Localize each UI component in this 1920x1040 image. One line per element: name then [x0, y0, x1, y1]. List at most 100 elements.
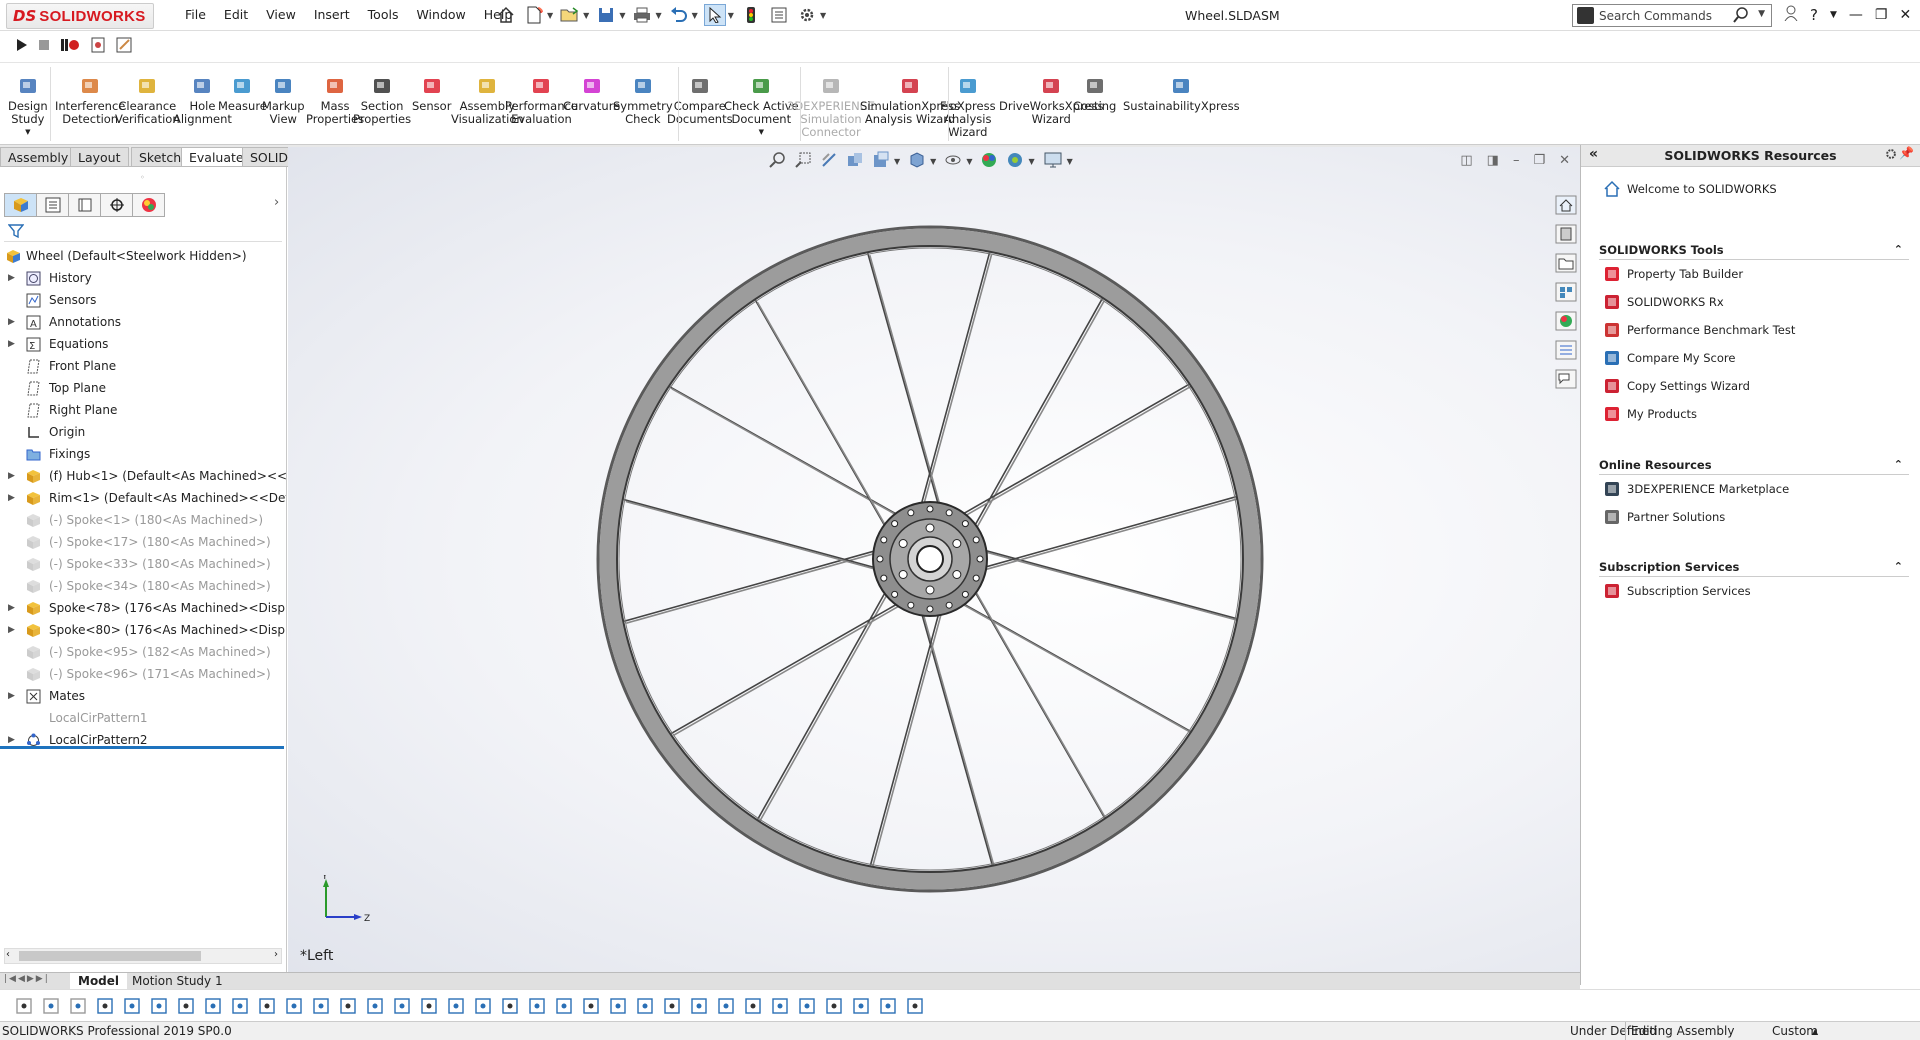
tab-assembly[interactable]: Assembly — [0, 147, 77, 166]
ribbon-compare-documents-button[interactable]: Compare Documents — [667, 75, 733, 126]
edit-macro-icon[interactable] — [116, 37, 134, 56]
edge-filter-icon[interactable] — [176, 996, 197, 1019]
forum-icon[interactable] — [1555, 369, 1579, 392]
property-manager-tab-icon[interactable] — [36, 193, 69, 217]
tree-item[interactable]: ▶ (f) Hub<1> (Default<As Machined><<Defau — [0, 465, 286, 487]
spoke[interactable] — [625, 500, 886, 573]
open-icon[interactable] — [559, 4, 581, 26]
mate-filter-icon[interactable] — [851, 996, 872, 1019]
spoke[interactable] — [623, 498, 884, 571]
appearances-icon[interactable] — [1555, 311, 1579, 334]
tree-item[interactable]: (-) Spoke<34> (180<As Machined>) — [0, 575, 286, 597]
undo-dropdown-icon[interactable]: ▼ — [692, 11, 698, 20]
scrollbar-thumb[interactable] — [19, 951, 201, 961]
filter-clear-icon[interactable] — [41, 996, 62, 1019]
axis-filter-icon[interactable] — [284, 996, 305, 1019]
rebuild-icon[interactable] — [740, 4, 762, 26]
expand-arrow-icon[interactable]: ▶ — [8, 487, 15, 509]
search-icon[interactable] — [1733, 7, 1749, 26]
resource-link[interactable]: 3DEXPERIENCE Marketplace — [1599, 475, 1909, 503]
expand-arrow-icon[interactable]: ▶ — [8, 465, 15, 487]
spoke[interactable] — [956, 385, 1192, 521]
surface-body-filter-icon[interactable] — [230, 996, 251, 1019]
ribbon-sensor-button[interactable]: Sensor — [412, 75, 451, 113]
help-icon[interactable]: ? — [1810, 6, 1818, 24]
datum-target-filter-icon[interactable] — [635, 996, 656, 1019]
wheel-model[interactable] — [288, 147, 1580, 972]
search-dropdown-icon[interactable]: ▼ — [1758, 9, 1765, 19]
select-icon[interactable] — [95, 996, 116, 1019]
design-study-dropdown-icon[interactable]: ▼ — [25, 126, 30, 139]
options-dropdown-icon[interactable]: ▼ — [820, 11, 826, 20]
sketch-segment-filter-icon[interactable] — [365, 996, 386, 1019]
expand-arrow-icon[interactable]: ▶ — [8, 333, 15, 355]
hub[interactable] — [872, 501, 988, 617]
collapse-pane-icon[interactable]: « — [1589, 146, 1598, 162]
record-macro-icon[interactable] — [60, 38, 80, 55]
sensor-filter-icon[interactable] — [905, 996, 926, 1019]
restore-icon[interactable]: ❐ — [1875, 7, 1888, 23]
resource-link[interactable]: Copy Settings Wizard — [1599, 372, 1909, 400]
surface-finish-filter-icon[interactable] — [500, 996, 521, 1019]
tab-scroll-arrows-icon[interactable]: |◀◀▶▶| — [4, 974, 50, 984]
pane-settings-gear-icon[interactable] — [1884, 147, 1898, 164]
ribbon-symmetry-check-button[interactable]: Symmetry Check — [613, 75, 673, 126]
print-icon[interactable] — [631, 4, 653, 26]
mid-surface-filter-icon[interactable] — [797, 996, 818, 1019]
search-commands[interactable]: Search Commands ▼ — [1572, 4, 1772, 27]
midpoint-filter-icon[interactable] — [392, 996, 413, 1019]
search-input[interactable]: Search Commands — [1599, 9, 1712, 23]
resource-link[interactable]: Compare My Score — [1599, 344, 1909, 372]
file-properties-icon[interactable] — [768, 4, 790, 26]
select-dropdown-icon[interactable] — [122, 996, 143, 1019]
pin-icon[interactable]: 📌 — [1899, 146, 1914, 160]
rollback-bar[interactable] — [0, 746, 284, 749]
filter-toggle-icon[interactable] — [14, 996, 35, 1019]
check-active-document-dropdown-icon[interactable]: ▼ — [759, 126, 764, 139]
display-manager-tab-icon[interactable] — [132, 193, 165, 217]
spoke[interactable] — [954, 383, 1190, 519]
tree-item[interactable]: Right Plane — [0, 399, 286, 421]
weld-symbol-filter-icon[interactable] — [608, 996, 629, 1019]
search-type-icon[interactable] — [1577, 7, 1594, 24]
tree-item[interactable]: Top Plane — [0, 377, 286, 399]
dowel-pin-filter-icon[interactable] — [716, 996, 737, 1019]
close-icon[interactable]: ✕ — [1899, 7, 1911, 23]
tree-item[interactable]: ▶ A Annotations — [0, 311, 286, 333]
spoke[interactable] — [976, 496, 1236, 571]
print-dropdown-icon[interactable]: ▼ — [655, 11, 661, 20]
collapse-chevron-icon[interactable]: ⌃ — [1894, 557, 1903, 577]
expand-arrow-icon[interactable]: ▶ — [8, 597, 15, 619]
tree-item[interactable]: ▶ Spoke<78> (176<As Machined><Display Sta — [0, 597, 286, 619]
expand-arrow-icon[interactable]: ▶ — [8, 311, 15, 333]
tree-item[interactable]: ▶ Spoke<80> (176<As Machined><Display Sta — [0, 619, 286, 641]
spoke[interactable] — [918, 252, 991, 513]
new-document-icon[interactable] — [523, 4, 545, 26]
feature-manager-tab-icon[interactable] — [4, 193, 37, 217]
home-icon[interactable] — [495, 4, 517, 26]
resource-link[interactable]: Performance Benchmark Test — [1599, 316, 1909, 344]
run-macro-icon[interactable] — [16, 38, 28, 55]
spoke[interactable] — [672, 601, 908, 737]
help-dropdown-icon[interactable]: ▼ — [1830, 10, 1837, 20]
menu-tools[interactable]: Tools — [359, 7, 408, 22]
spoke[interactable] — [869, 605, 942, 866]
centerline-filter-icon[interactable] — [446, 996, 467, 1019]
ribbon-costing-button[interactable]: Costing — [1073, 75, 1116, 113]
dimxpert-manager-tab-icon[interactable] — [100, 193, 133, 217]
datum-feature-filter-icon[interactable] — [581, 996, 602, 1019]
connection-point-filter-icon[interactable] — [743, 996, 764, 1019]
expand-arrow-icon[interactable]: ▶ — [8, 685, 15, 707]
select-icon[interactable] — [703, 4, 726, 26]
resource-link[interactable]: SOLIDWORKS Rx — [1599, 288, 1909, 316]
design-library-icon[interactable] — [1555, 224, 1579, 247]
resource-link[interactable]: Property Tab Builder — [1599, 260, 1909, 288]
tree-item[interactable]: (-) Spoke<33> (180<As Machined>) — [0, 553, 286, 575]
ribbon-measure-button[interactable]: Measure — [218, 75, 267, 113]
hole-callout-filter-icon[interactable] — [824, 996, 845, 1019]
plane-filter-icon[interactable] — [311, 996, 332, 1019]
ribbon-markup-view-button[interactable]: Markup View — [262, 75, 305, 126]
minimize-icon[interactable]: — — [1849, 7, 1863, 23]
ribbon-clearance-verification-button[interactable]: Clearance Verification — [115, 75, 180, 126]
tree-item[interactable]: ▶ Rim<1> (Default<As Machined><<Default> — [0, 487, 286, 509]
